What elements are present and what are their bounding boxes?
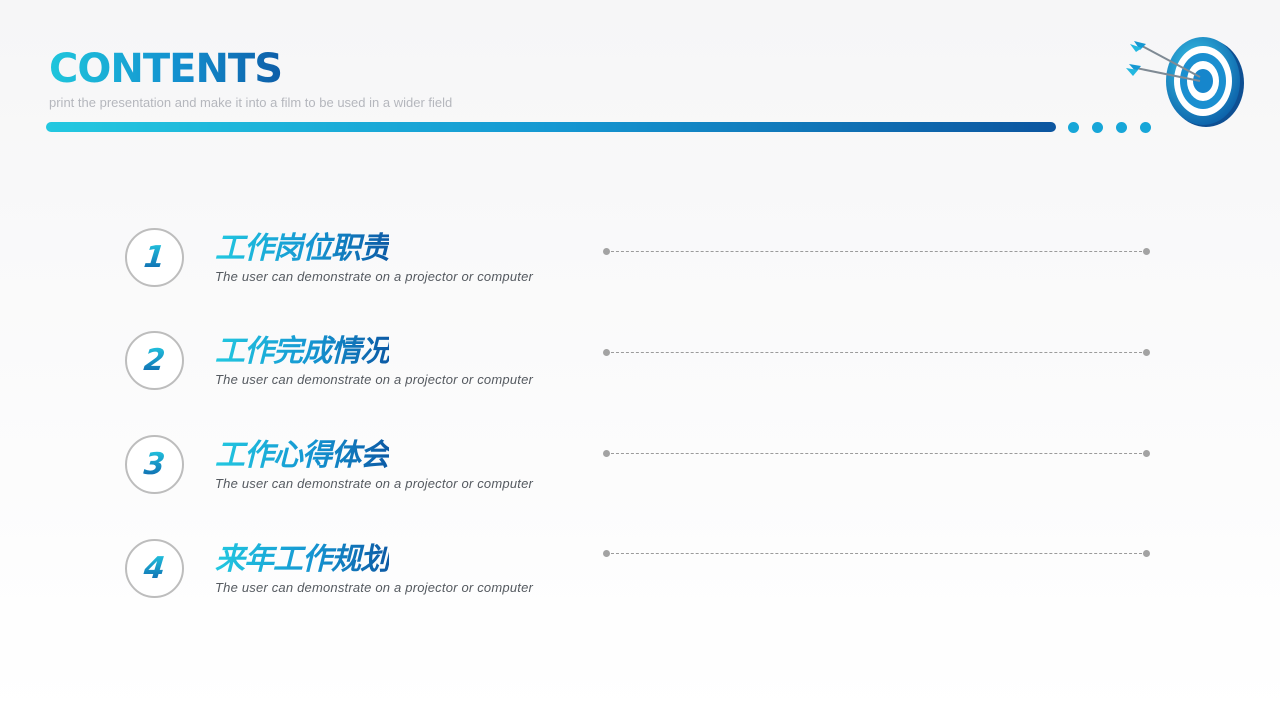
dashed-divider	[606, 553, 1147, 554]
item-description: The user can demonstrate on a projector …	[215, 476, 534, 491]
item-title: 工作完成情况	[215, 334, 390, 369]
item-description: The user can demonstrate on a projector …	[215, 372, 534, 387]
item-number: 2	[142, 342, 167, 378]
contents-item-2: 2 工作完成情况 The user can demonstrate on a p…	[0, 331, 1280, 411]
contents-item-3: 3 工作心得体会 The user can demonstrate on a p…	[0, 435, 1280, 515]
dashed-divider	[606, 352, 1147, 353]
item-description: The user can demonstrate on a projector …	[215, 269, 534, 284]
item-number: 1	[142, 239, 167, 275]
divider-dot-end	[1143, 550, 1150, 557]
item-description: The user can demonstrate on a projector …	[215, 580, 534, 595]
item-number: 3	[142, 446, 167, 482]
dashed-divider	[606, 453, 1147, 454]
item-number-circle: 2	[125, 331, 184, 390]
divider-dot-end	[1143, 349, 1150, 356]
page-subtitle: print the presentation and make it into …	[49, 95, 453, 110]
header-accent-bar	[46, 122, 1056, 132]
item-number-circle: 1	[125, 228, 184, 287]
dashed-divider	[606, 251, 1147, 252]
item-number-circle: 4	[125, 539, 184, 598]
header-dot	[1092, 122, 1103, 133]
divider-dot-start	[603, 248, 610, 255]
item-title: 工作岗位职责	[215, 231, 390, 266]
page-title: CONTENTS	[49, 46, 283, 92]
divider-dot-end	[1143, 450, 1150, 457]
divider-dot-start	[603, 450, 610, 457]
item-number-circle: 3	[125, 435, 184, 494]
header-dot	[1068, 122, 1079, 133]
item-title: 来年工作规划	[215, 542, 390, 577]
contents-item-1: 1 工作岗位职责 The user can demonstrate on a p…	[0, 228, 1280, 308]
item-title: 工作心得体会	[215, 438, 390, 473]
item-number: 4	[142, 550, 167, 586]
divider-dot-start	[603, 349, 610, 356]
divider-dot-start	[603, 550, 610, 557]
target-with-arrows-icon	[1126, 37, 1244, 127]
contents-item-4: 4 来年工作规划 The user can demonstrate on a p…	[0, 539, 1280, 619]
divider-dot-end	[1143, 248, 1150, 255]
